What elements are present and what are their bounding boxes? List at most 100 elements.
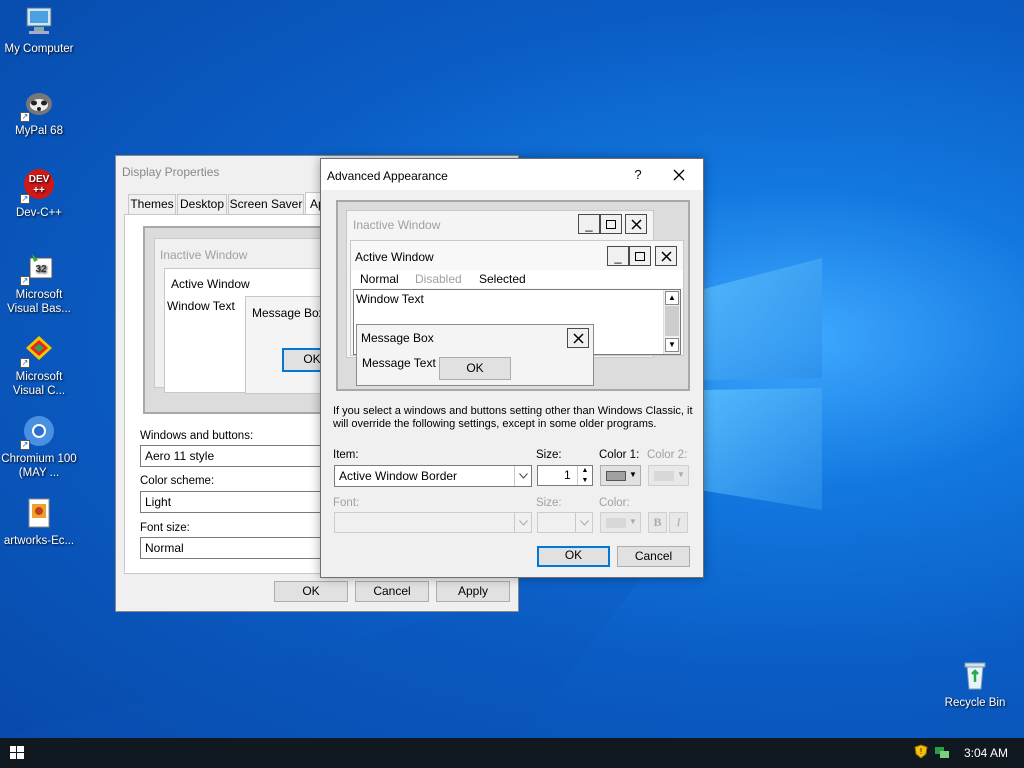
info-text: If you select a windows and buttons sett… <box>333 405 693 430</box>
svg-text:32: 32 <box>35 264 47 275</box>
ok-button[interactable]: OK <box>274 581 348 602</box>
item-value: Active Window Border <box>339 469 458 483</box>
appearance-preview: Inactive Window Active Window Window Tex… <box>143 226 342 414</box>
minimize-icon: _ <box>607 246 629 266</box>
svg-text:DEV: DEV <box>29 174 50 185</box>
tab-screen-saver[interactable]: Screen Saver <box>228 194 304 214</box>
preview-inactive-title: Inactive Window <box>353 218 441 232</box>
desktop-icon-chromium[interactable]: ↗ Chromium 100 (MAY ... <box>0 414 78 480</box>
title-bar: Advanced Appearance ? <box>321 159 703 190</box>
spinner-down-icon[interactable]: ▼ <box>577 476 592 485</box>
clock[interactable]: 3:04 AM <box>964 746 1008 760</box>
preview-message-text: Message Text <box>362 356 436 370</box>
desktop-icon-label: My Computer <box>4 43 74 55</box>
preview-message-box-title: Message Box <box>252 306 325 320</box>
advanced-appearance-dialog[interactable]: Advanced Appearance ? Inactive Window _ … <box>320 158 704 578</box>
tab-desktop[interactable]: Desktop <box>177 194 227 214</box>
spinner-up-icon[interactable]: ▲ <box>577 466 592 476</box>
tab-label: Themes <box>130 197 174 211</box>
windows-buttons-label: Windows and buttons: <box>140 430 254 442</box>
button-label: Cancel <box>634 549 673 563</box>
recycle-bin-icon <box>958 658 992 692</box>
button-label: OK <box>302 584 320 598</box>
desktop-icon-recycle-bin[interactable]: Recycle Bin <box>936 658 1014 710</box>
windows-logo-icon <box>10 746 24 759</box>
maximize-icon <box>600 214 622 234</box>
desktop-icon-artworks[interactable]: artworks-Ec... <box>0 496 78 548</box>
font-size-label: Font size: <box>140 522 190 534</box>
font-label: Font: <box>333 497 360 509</box>
close-icon <box>625 214 647 234</box>
desktop-icon-visual-basic[interactable]: 32 ↗ Microsoft Visual Bas... <box>0 250 78 316</box>
start-button[interactable] <box>0 738 34 768</box>
size-value: 1 <box>564 468 571 482</box>
preview-active-title: Active Window <box>355 250 434 264</box>
taskbar: ! 3:04 AM <box>0 738 1024 768</box>
button-label: Cancel <box>373 584 411 598</box>
desktop-icon-visual-c[interactable]: ↗ Microsoft Visual C... <box>0 332 78 398</box>
item-label: Item: <box>333 449 359 461</box>
preview-active-title: Active Window <box>171 277 250 291</box>
color-swatch <box>606 518 626 528</box>
desktop-icon-label: Recycle Bin <box>944 697 1006 709</box>
color1-button[interactable]: ▼ <box>600 465 641 486</box>
item-combo[interactable]: Active Window Border <box>334 465 532 487</box>
network-icon[interactable] <box>934 744 950 762</box>
desktop-icon-label: MyPal 68 <box>15 125 63 137</box>
menu-disabled: Disabled <box>415 272 462 286</box>
color-swatch <box>606 471 626 481</box>
italic-icon: I <box>676 515 681 529</box>
color2-button: ▼ <box>648 465 689 486</box>
font-color-button: ▼ <box>600 512 641 533</box>
ok-button[interactable]: OK <box>537 546 610 567</box>
desktop-icon-label: artworks-Ec... <box>3 535 75 547</box>
cancel-button[interactable]: Cancel <box>355 581 429 602</box>
close-icon <box>673 169 685 180</box>
button-label: OK <box>303 352 321 366</box>
preview-message-box-title: Message Box <box>361 331 434 345</box>
font-size-select[interactable]: Normal <box>140 537 326 559</box>
close-button[interactable] <box>661 159 697 190</box>
color1-label: Color 1: <box>599 449 640 461</box>
shortcut-arrow-icon: ↗ <box>20 358 30 368</box>
vb-icon: 32 ↗ <box>20 250 56 286</box>
chevron-down-icon: ▼ <box>629 517 637 526</box>
size-spinner[interactable]: 1 ▲ ▼ <box>537 465 593 486</box>
bold-icon: B <box>653 515 662 529</box>
preview-inactive-window: Inactive Window Active Window Window Tex… <box>154 238 342 394</box>
chevron-down-icon: ▼ <box>629 470 637 479</box>
menu-selected: Selected <box>479 272 526 286</box>
scroll-down-icon: ▼ <box>665 338 679 352</box>
minimize-icon: _ <box>578 214 600 234</box>
window-title: Display Properties <box>122 165 220 179</box>
mypal-icon: ↗ <box>20 86 56 122</box>
help-icon: ? <box>634 167 642 182</box>
font-combo <box>334 512 532 533</box>
vc-icon: ↗ <box>20 332 56 368</box>
apply-button[interactable]: Apply <box>436 581 510 602</box>
chromium-icon: ↗ <box>20 414 56 450</box>
preview-menu-bar: Normal Disabled Selected <box>351 270 683 288</box>
color-scheme-label: Color scheme: <box>140 475 215 487</box>
windows-buttons-select[interactable]: Aero 11 style <box>140 445 326 467</box>
computer-icon <box>22 4 56 38</box>
desktop-icon-devcpp[interactable]: DEV ++ ↗ Dev-C++ <box>0 168 78 220</box>
color2-label: Color 2: <box>647 449 688 461</box>
color-scheme-select[interactable]: Light <box>140 491 326 513</box>
desktop-icon-label: Microsoft Visual C... <box>12 371 66 397</box>
italic-button: I <box>669 512 688 533</box>
close-icon <box>567 328 589 348</box>
scroll-thumb <box>665 306 679 336</box>
chevron-down-icon <box>514 466 531 486</box>
dialog-title: Advanced Appearance <box>327 169 448 183</box>
preview-inactive-title: Inactive Window <box>160 248 248 262</box>
security-shield-icon[interactable]: ! <box>914 744 928 762</box>
system-tray: ! 3:04 AM <box>914 738 1024 768</box>
desktop-icon-mypal[interactable]: ↗ MyPal 68 <box>0 86 78 138</box>
help-button[interactable]: ? <box>621 159 655 190</box>
cancel-button[interactable]: Cancel <box>617 546 690 567</box>
font-size-combo <box>537 512 593 533</box>
desktop-icon-my-computer[interactable]: My Computer <box>0 4 78 56</box>
tab-themes[interactable]: Themes <box>128 194 176 214</box>
preview-window-text: Window Text <box>167 299 235 313</box>
